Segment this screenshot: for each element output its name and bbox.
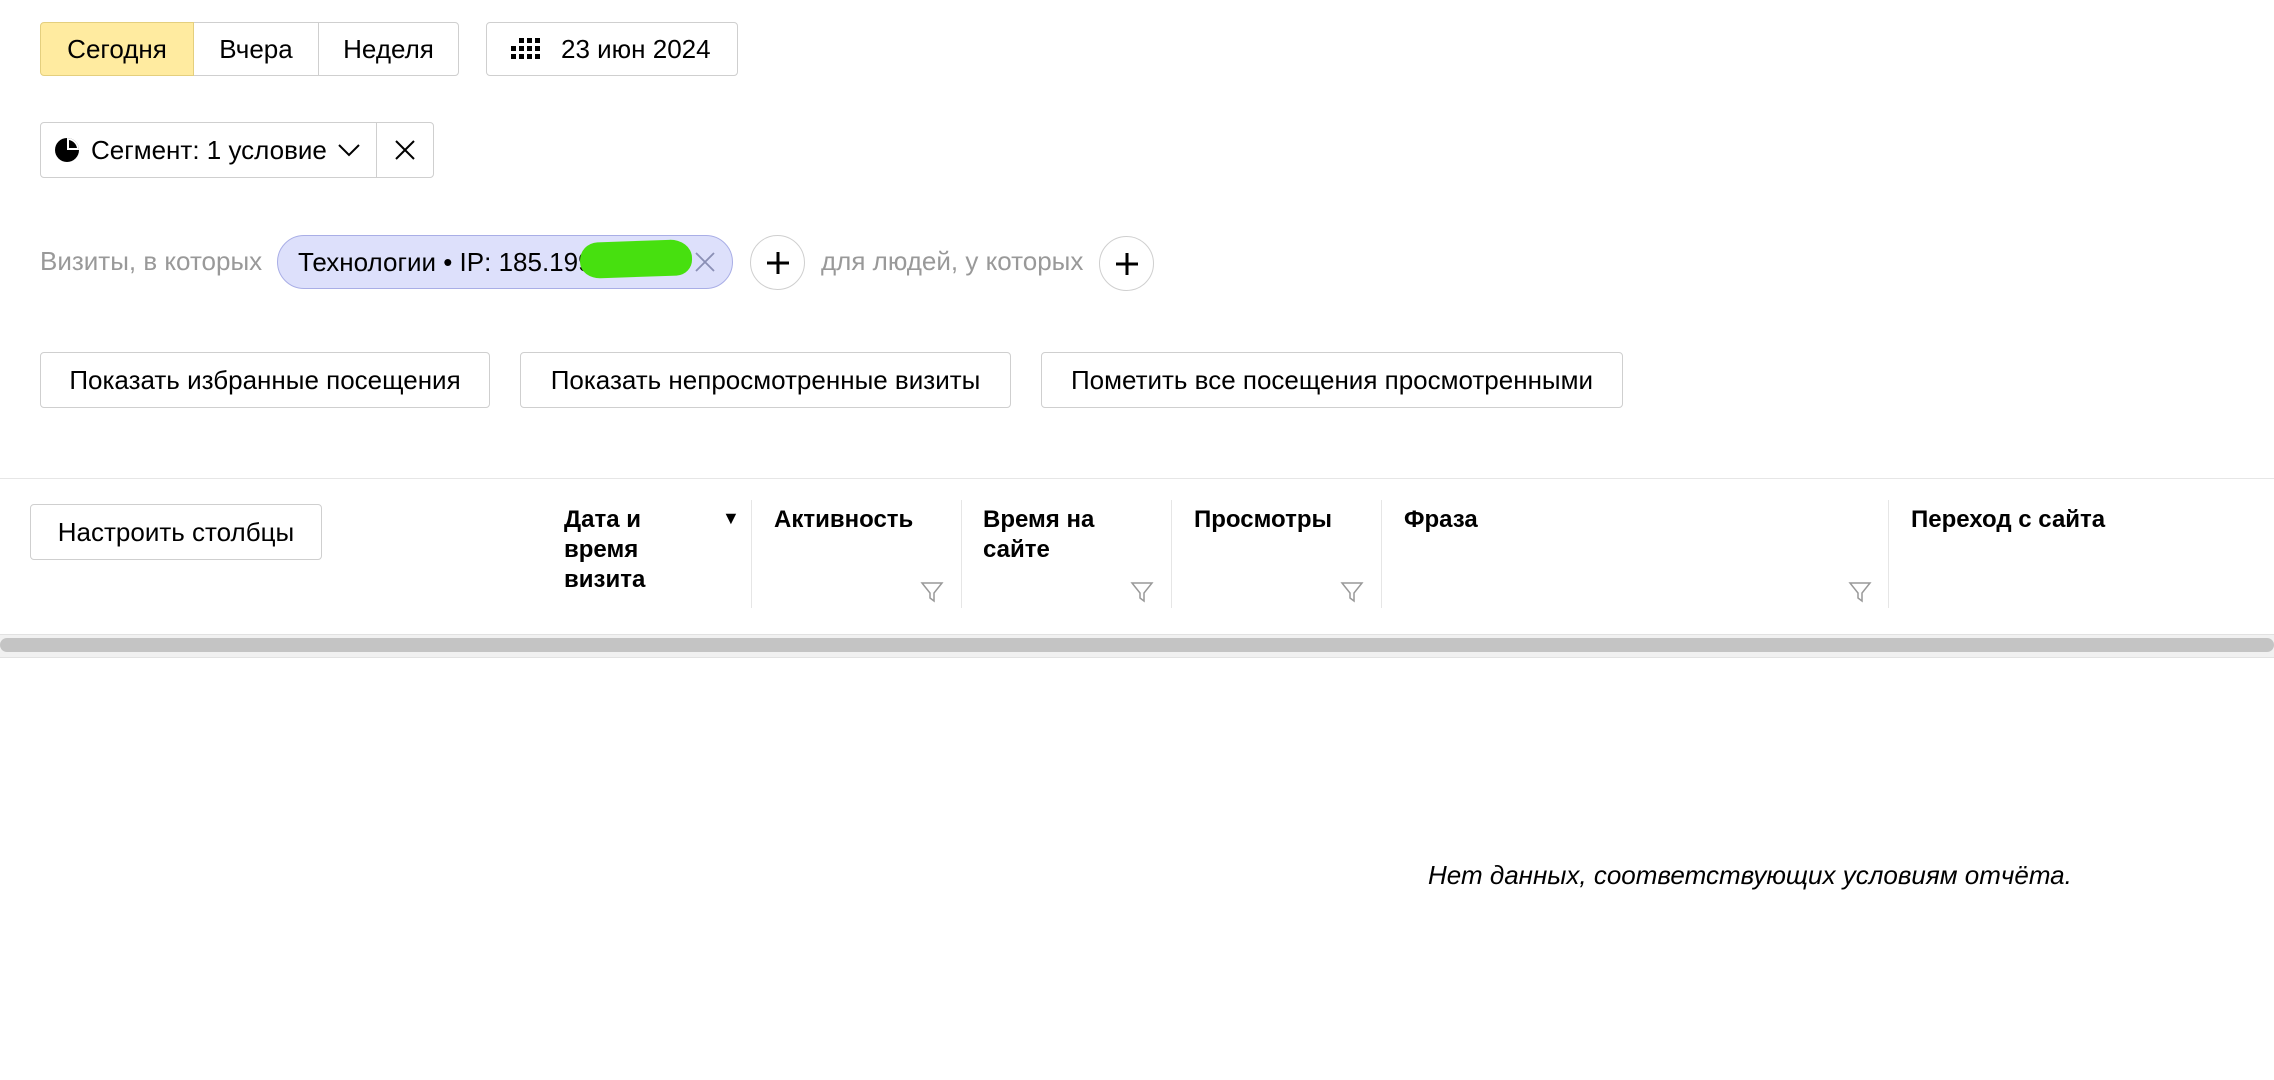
column-header-pageviews[interactable]: Просмотры: [1194, 505, 1374, 535]
horizontal-scrollbar-thumb[interactable]: [0, 638, 2274, 652]
column-separator: [1888, 500, 1889, 608]
column-separator: [961, 500, 962, 608]
date-label: 23 июн 2024: [561, 33, 711, 64]
filter-icon[interactable]: [920, 580, 944, 604]
column-header-time-on-site[interactable]: Время на сайте: [983, 505, 1123, 565]
tab-today[interactable]: Сегодня: [40, 22, 194, 76]
filter-icon[interactable]: [1340, 580, 1364, 604]
clear-segment-button[interactable]: [376, 123, 433, 177]
tab-yesterday[interactable]: Вчера: [193, 22, 319, 76]
mark-all-viewed-button[interactable]: Пометить все посещения просмотренными: [1041, 352, 1623, 408]
show-favorites-button[interactable]: Показать избранные посещения: [40, 352, 490, 408]
add-visit-condition-button[interactable]: [750, 235, 805, 290]
period-selector: Сегодня Вчера Неделя: [40, 22, 459, 76]
close-icon: [395, 140, 415, 160]
plus-icon: [1115, 252, 1138, 275]
column-header-referrer[interactable]: Переход с сайта: [1911, 505, 2211, 535]
pie-chart-icon: [55, 138, 79, 162]
segment-label: Сегмент: 1 условие: [91, 134, 327, 165]
redaction-mark: [579, 239, 693, 279]
segment-selector: Сегмент: 1 условие: [40, 122, 434, 178]
date-picker-button[interactable]: 23 июн 2024: [486, 22, 738, 76]
filter-icon[interactable]: [1130, 580, 1154, 604]
show-unviewed-button[interactable]: Показать непросмотренные визиты: [520, 352, 1011, 408]
column-header-activity[interactable]: Активность: [774, 505, 964, 535]
empty-state-message: Нет данных, соответствующих условиям отч…: [1428, 860, 2072, 890]
remove-condition-icon[interactable]: [694, 251, 716, 273]
configure-columns-button[interactable]: Настроить столбцы: [30, 504, 322, 560]
plus-icon: [766, 251, 789, 274]
add-people-condition-button[interactable]: [1099, 236, 1154, 291]
people-condition-label: для людей, у которых: [821, 246, 1084, 276]
column-header-visit-datetime[interactable]: Дата и время визита: [564, 505, 704, 595]
column-separator: [1171, 500, 1172, 608]
tab-week[interactable]: Неделя: [318, 22, 459, 76]
column-header-phrase[interactable]: Фраза: [1404, 505, 1604, 535]
condition-chip-text: Технологии • IP: 185.199.: [298, 246, 600, 277]
column-separator: [751, 500, 752, 608]
segment-dropdown[interactable]: Сегмент: 1 условие: [41, 123, 376, 177]
chevron-down-icon: [338, 144, 360, 157]
table-top-divider: [0, 478, 2274, 479]
filter-icon[interactable]: [1848, 580, 1872, 604]
visits-condition-label: Визиты, в которых: [40, 246, 263, 276]
column-separator: [1381, 500, 1382, 608]
calendar-grid-icon: [511, 38, 540, 59]
sort-desc-icon[interactable]: ▼: [722, 508, 740, 529]
